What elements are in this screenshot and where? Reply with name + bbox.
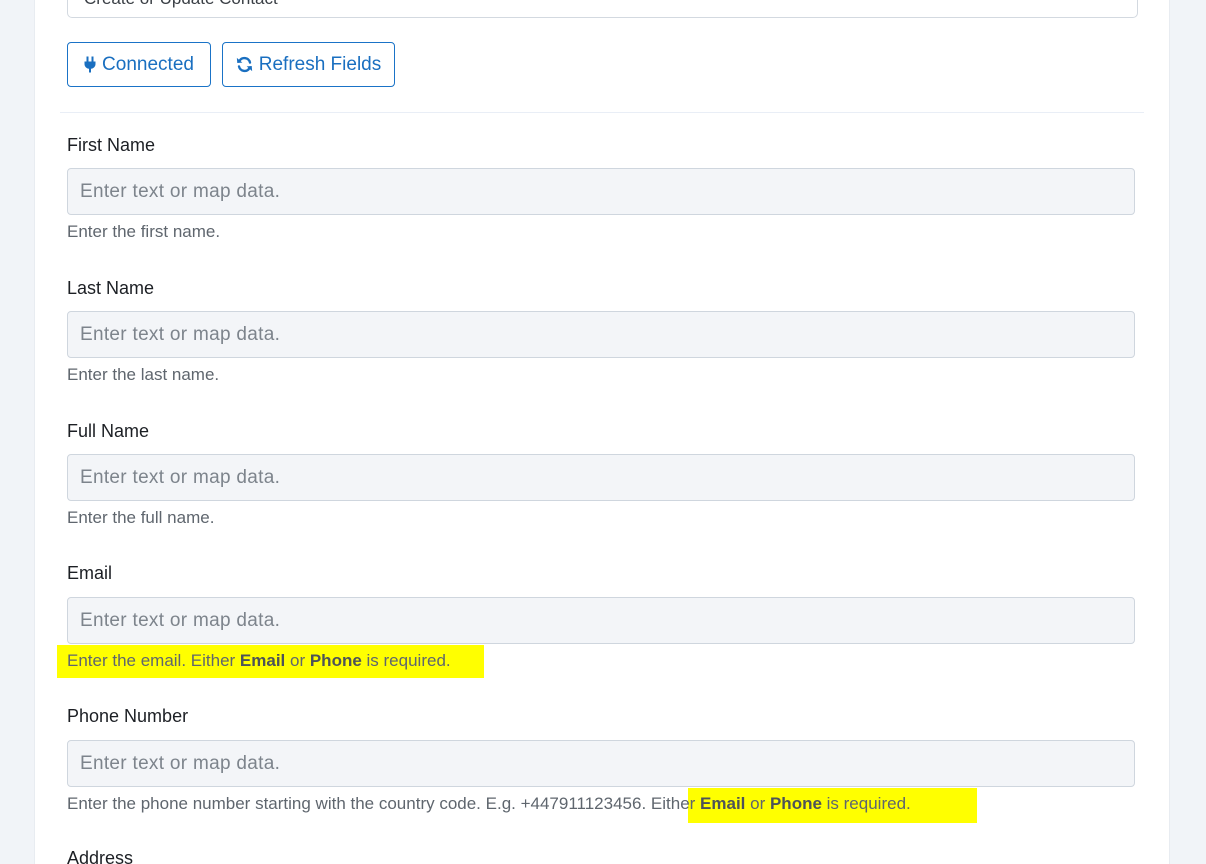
refresh-button-label: Refresh Fields [258, 53, 382, 75]
phone-help-mid: or [745, 794, 770, 813]
email-help-bold-phone: Phone [309, 651, 362, 670]
last-name-help: Enter the last name. [67, 365, 220, 384]
first-name-help: Enter the first name. [67, 222, 221, 241]
last-name-label: Last Name [67, 278, 155, 298]
phone-help: Enter the phone number starting with the… [67, 794, 911, 814]
first-name-input[interactable] [67, 168, 1135, 215]
form-card [34, 0, 1170, 864]
email-help-suffix: is required. [361, 651, 451, 670]
plug-icon [84, 56, 96, 73]
section-divider [60, 112, 1144, 113]
phone-label: Phone Number [67, 706, 189, 726]
full-name-input[interactable] [67, 454, 1135, 501]
email-help: Enter the email. Either Email or Phone i… [67, 651, 451, 671]
phone-help-bold-email: Email [700, 794, 746, 813]
address-label: Address [67, 848, 134, 864]
action-select-value: Create or Update Contact [84, 0, 278, 8]
refresh-icon [236, 56, 253, 73]
connected-button[interactable]: Connected [67, 42, 211, 87]
email-help-mid: or [285, 651, 310, 670]
action-select[interactable]: Create or Update Contact [67, 0, 1138, 18]
phone-input[interactable] [67, 740, 1135, 787]
first-name-label: First Name [67, 135, 156, 155]
email-label: Email [67, 563, 113, 583]
phone-help-bold-phone: Phone [769, 794, 822, 813]
full-name-label: Full Name [67, 421, 150, 441]
phone-help-either: Either [646, 794, 701, 813]
refresh-fields-button[interactable]: Refresh Fields [222, 42, 395, 87]
connected-button-label: Connected [102, 53, 194, 75]
email-help-prefix: Enter the email. Either [67, 651, 240, 670]
phone-help-prefix: Enter the phone number starting with the… [67, 794, 647, 813]
phone-help-suffix: is required. [821, 794, 911, 813]
email-help-bold-email: Email [239, 651, 286, 670]
email-input[interactable] [67, 597, 1135, 644]
full-name-help: Enter the full name. [67, 508, 215, 527]
last-name-input[interactable] [67, 311, 1135, 358]
